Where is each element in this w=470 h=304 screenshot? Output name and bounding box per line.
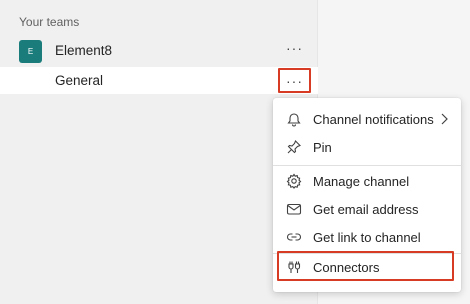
- channel-more-options-button[interactable]: ···: [278, 68, 311, 93]
- channel-row-general[interactable]: General ···: [0, 67, 318, 94]
- bell-icon: [286, 111, 302, 127]
- your-teams-heading: Your teams: [19, 15, 80, 29]
- menu-item-label: Channel notifications: [313, 112, 434, 127]
- menu-item-channel-notifications[interactable]: Channel notifications: [273, 105, 461, 133]
- menu-item-label: Get email address: [313, 202, 419, 217]
- menu-item-get-email-address[interactable]: Get email address: [273, 195, 461, 223]
- gear-icon: [286, 173, 302, 189]
- channel-name: General: [55, 73, 104, 88]
- menu-item-get-link-to-channel[interactable]: Get link to channel: [273, 223, 461, 251]
- menu-divider: [273, 165, 461, 166]
- more-options-glyph: ···: [286, 72, 303, 89]
- link-icon: [286, 229, 302, 245]
- menu-item-manage-channel[interactable]: Manage channel: [273, 167, 461, 195]
- menu-item-label: Pin: [313, 140, 332, 155]
- teams-sidebar: Your teams E Element8 ··· General ···: [0, 0, 318, 304]
- team-row-element8[interactable]: E Element8 ···: [0, 38, 318, 66]
- menu-item-label: Get link to channel: [313, 230, 421, 245]
- connectors-highlight-box: [277, 251, 454, 281]
- team-avatar: E: [19, 40, 42, 63]
- menu-item-label: Manage channel: [313, 174, 410, 189]
- team-more-options-button[interactable]: ···: [286, 40, 302, 60]
- menu-item-pin[interactable]: Pin: [273, 133, 461, 161]
- pin-icon: [286, 139, 302, 155]
- chevron-right-icon: [439, 111, 451, 127]
- mail-icon: [286, 201, 302, 217]
- team-name: Element8: [55, 43, 113, 58]
